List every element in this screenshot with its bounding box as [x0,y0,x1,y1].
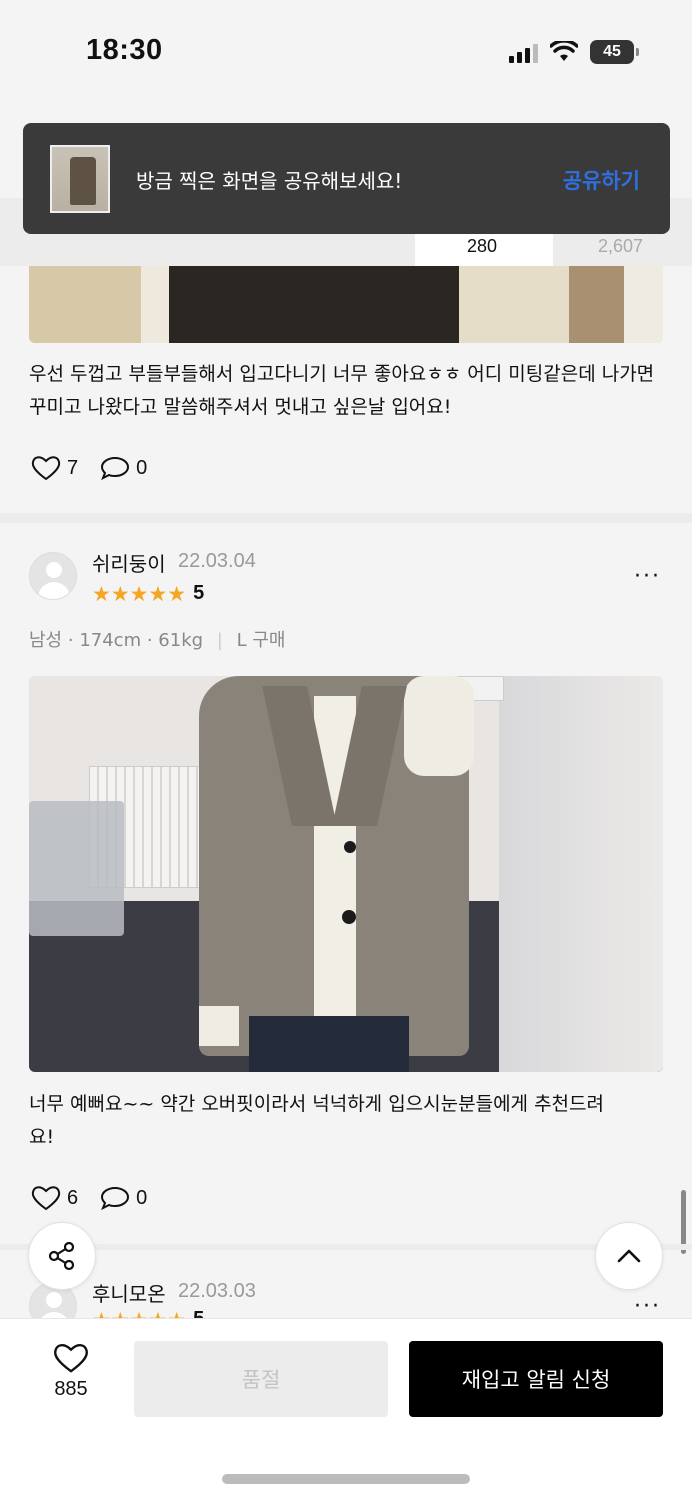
wifi-icon [550,41,578,61]
review-text: 너무 예뻐요~~ 약간 오버핏이라서 넉넉하게 입으시눈분들에게 추천드려요! [29,1093,604,1148]
toast-share-button[interactable]: 공유하기 [563,165,640,195]
reviewer-height: 174cm [79,630,142,651]
heart-icon [53,1344,89,1373]
status-time: 18:30 [86,34,163,66]
comment-icon [101,456,130,481]
battery-icon: 45 [590,40,639,64]
reaction-row-prev: 7 0 [31,455,147,481]
share-toast: 방금 찍은 화면을 공유해보세요! 공유하기 [23,123,670,234]
reviewer-name: 후니모온 [92,1282,166,1306]
status-bar: 18:30 45 [0,0,692,110]
like-button-prev[interactable]: 7 [31,455,78,481]
review-date: 22.03.04 [178,550,256,572]
toast-message: 방금 찍은 화면을 공유해보세요! [136,169,403,193]
status-icons: 45 [509,40,639,64]
rating-score: 5 [193,582,205,604]
comment-count: 0 [136,456,148,479]
review-photo[interactable] [29,676,663,1072]
share-icon [48,1241,75,1271]
wishlist-count: 885 [54,1378,88,1400]
wishlist-button[interactable]: 885 [36,1342,106,1401]
heart-icon [31,1186,61,1211]
reviewer-gender: 남성 [29,630,63,651]
tab-count-active[interactable]: 280 [467,236,497,257]
soldout-button: 품절 [134,1341,388,1417]
reviewer-meta: 남성 · 174cm · 61kg | L 구매 [29,630,286,651]
like-count: 6 [67,1186,79,1209]
comment-button[interactable]: 0 [100,1185,147,1211]
review-text-prev: 우선 두껍고 부들부들해서 입고다니기 너무 좋아요ㅎㅎ 어디 미팅같은데 나가… [29,363,655,418]
like-button[interactable]: 6 [31,1185,78,1211]
scroll-top-button[interactable] [595,1222,663,1290]
star-rating: ★★★★★ 5 [92,582,204,605]
more-icon[interactable]: ··· [634,564,661,589]
home-indicator[interactable] [222,1474,470,1484]
comment-icon [101,1186,130,1211]
avatar[interactable] [29,552,77,600]
reviewer-weight: 61kg [158,630,204,651]
share-button[interactable] [28,1222,96,1290]
heart-icon [31,456,61,481]
review-divider [0,513,692,523]
reaction-row: 6 0 [31,1185,147,1211]
like-count: 7 [67,456,79,479]
purchased-size: L 구매 [236,630,286,651]
more-icon[interactable]: ··· [634,1294,661,1319]
comment-button-prev[interactable]: 0 [100,455,147,481]
review-divider [0,1244,692,1250]
chevron-up-icon [617,1249,641,1263]
comment-count: 0 [136,1186,148,1209]
tab-count-other[interactable]: 2,607 [598,236,643,257]
screenshot-thumbnail[interactable] [50,145,110,213]
restock-alert-button[interactable]: 재입고 알림 신청 [409,1341,663,1417]
reviewer-name: 쉬리둥이 [92,552,166,576]
star-icons: ★★★★★ [92,581,187,606]
signal-icon [509,41,538,63]
review-photo-prev[interactable] [29,266,663,343]
review-date: 22.03.03 [178,1280,256,1302]
